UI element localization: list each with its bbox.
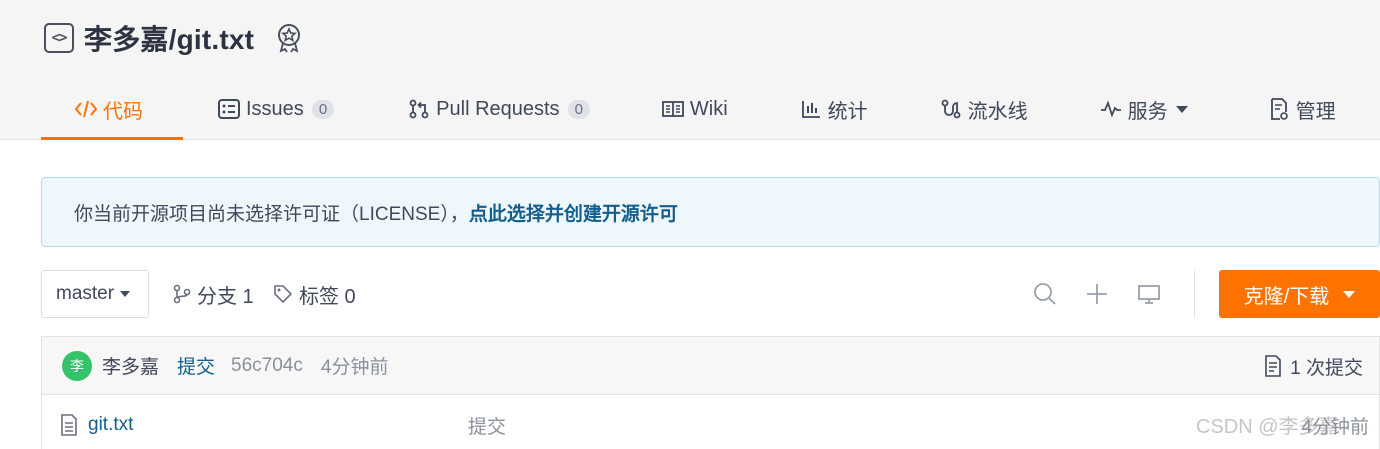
- tab-label: 统计: [827, 100, 868, 123]
- commit-count-link[interactable]: 1 次提交: [1264, 337, 1363, 395]
- clone-download-button[interactable]: 克隆/下载: [1219, 270, 1380, 318]
- pull-request-icon: [408, 98, 430, 120]
- repo-title: <> 李多嘉/git.txt: [44, 18, 304, 58]
- avatar[interactable]: 李: [62, 350, 92, 381]
- tab-label: Pull Requests: [436, 97, 560, 120]
- file-icon: [60, 413, 78, 436]
- license-notice: 你当前开源项目尚未选择许可证（LICENSE）， 点此选择并创建开源许可: [41, 177, 1380, 247]
- tab-label: Wiki: [689, 97, 728, 120]
- tags-label: 标签 0: [299, 285, 356, 308]
- monitor-icon[interactable]: [1137, 282, 1161, 306]
- commits-doc-icon: [1264, 355, 1282, 377]
- tab-wiki[interactable]: Wiki: [662, 80, 728, 138]
- commit-message-link[interactable]: 提交: [177, 352, 215, 379]
- commit-count-label: 1 次提交: [1290, 357, 1363, 379]
- latest-commit-bar: 李 李多嘉 提交 56c704c 4分钟前 1 次提交: [41, 336, 1380, 394]
- file-name-link[interactable]: git.txt: [88, 414, 133, 436]
- tab-services[interactable]: 服务: [1100, 80, 1188, 138]
- csdn-watermark: CSDN @李多嘉: [1196, 416, 1339, 438]
- table-row: git.txt 提交 4分钟前: [41, 394, 1380, 449]
- settings-doc-icon: [1268, 98, 1290, 120]
- branch-select[interactable]: master: [41, 270, 149, 318]
- tab-pull-requests[interactable]: Pull Requests 0: [408, 80, 590, 138]
- clone-download-label: 克隆/下载: [1243, 285, 1330, 308]
- create-license-link[interactable]: 点此选择并创建开源许可: [469, 199, 678, 226]
- branch-icon: [173, 284, 191, 304]
- pipeline-icon: [940, 98, 962, 120]
- plus-icon[interactable]: [1085, 282, 1109, 306]
- code-brackets-icon: <>: [44, 23, 74, 53]
- pull-requests-count-badge: 0: [567, 99, 590, 119]
- search-icon[interactable]: [1033, 282, 1057, 306]
- commit-hash[interactable]: 56c704c: [231, 355, 303, 377]
- tab-label: 服务: [1127, 100, 1168, 123]
- tab-issues[interactable]: Issues 0: [218, 80, 335, 138]
- chevron-down-icon: [1343, 290, 1356, 298]
- tab-stats[interactable]: 统计: [800, 80, 868, 138]
- chevron-down-icon: [1175, 105, 1188, 113]
- award-badge-icon[interactable]: [274, 22, 304, 54]
- tab-manage[interactable]: 管理: [1268, 80, 1336, 138]
- tab-label: 流水线: [967, 100, 1028, 123]
- tab-code[interactable]: 代码: [41, 80, 183, 140]
- commit-time: 4分钟前: [320, 357, 389, 378]
- branches-link[interactable]: 分支 1: [173, 270, 254, 318]
- issues-count-badge: 0: [311, 99, 335, 119]
- tag-icon: [273, 284, 293, 304]
- license-notice-text: 你当前开源项目尚未选择许可证（LICENSE），: [74, 203, 469, 225]
- repo-tabs: 代码 Issues 0 Pull Requests 0 Wiki 统计 流水线 …: [41, 80, 1336, 140]
- branch-name: master: [56, 283, 115, 304]
- tab-label: 代码: [103, 100, 143, 123]
- tab-label: 管理: [1295, 100, 1336, 123]
- bar-chart-icon: [800, 98, 822, 120]
- branches-label: 分支 1: [197, 285, 254, 308]
- repo-header: <> 李多嘉/git.txt 代码 Issues 0 Pull Requests…: [0, 0, 1380, 140]
- repo-name[interactable]: 李多嘉/git.txt: [84, 18, 254, 58]
- issues-icon: [218, 98, 240, 120]
- pulse-icon: [1100, 98, 1122, 120]
- toolbar-divider: [1194, 270, 1195, 318]
- repo-toolbar: master 分支 1 标签 0 克隆/下载: [41, 270, 1380, 318]
- tab-label: Issues: [246, 97, 304, 120]
- book-icon: [662, 98, 684, 120]
- commit-author[interactable]: 李多嘉: [102, 352, 159, 379]
- chevron-down-icon: [120, 291, 131, 297]
- code-icon: [75, 98, 97, 120]
- file-commit-message[interactable]: 提交: [468, 395, 506, 449]
- tab-pipeline[interactable]: 流水线: [940, 80, 1028, 138]
- tags-link[interactable]: 标签 0: [273, 270, 356, 318]
